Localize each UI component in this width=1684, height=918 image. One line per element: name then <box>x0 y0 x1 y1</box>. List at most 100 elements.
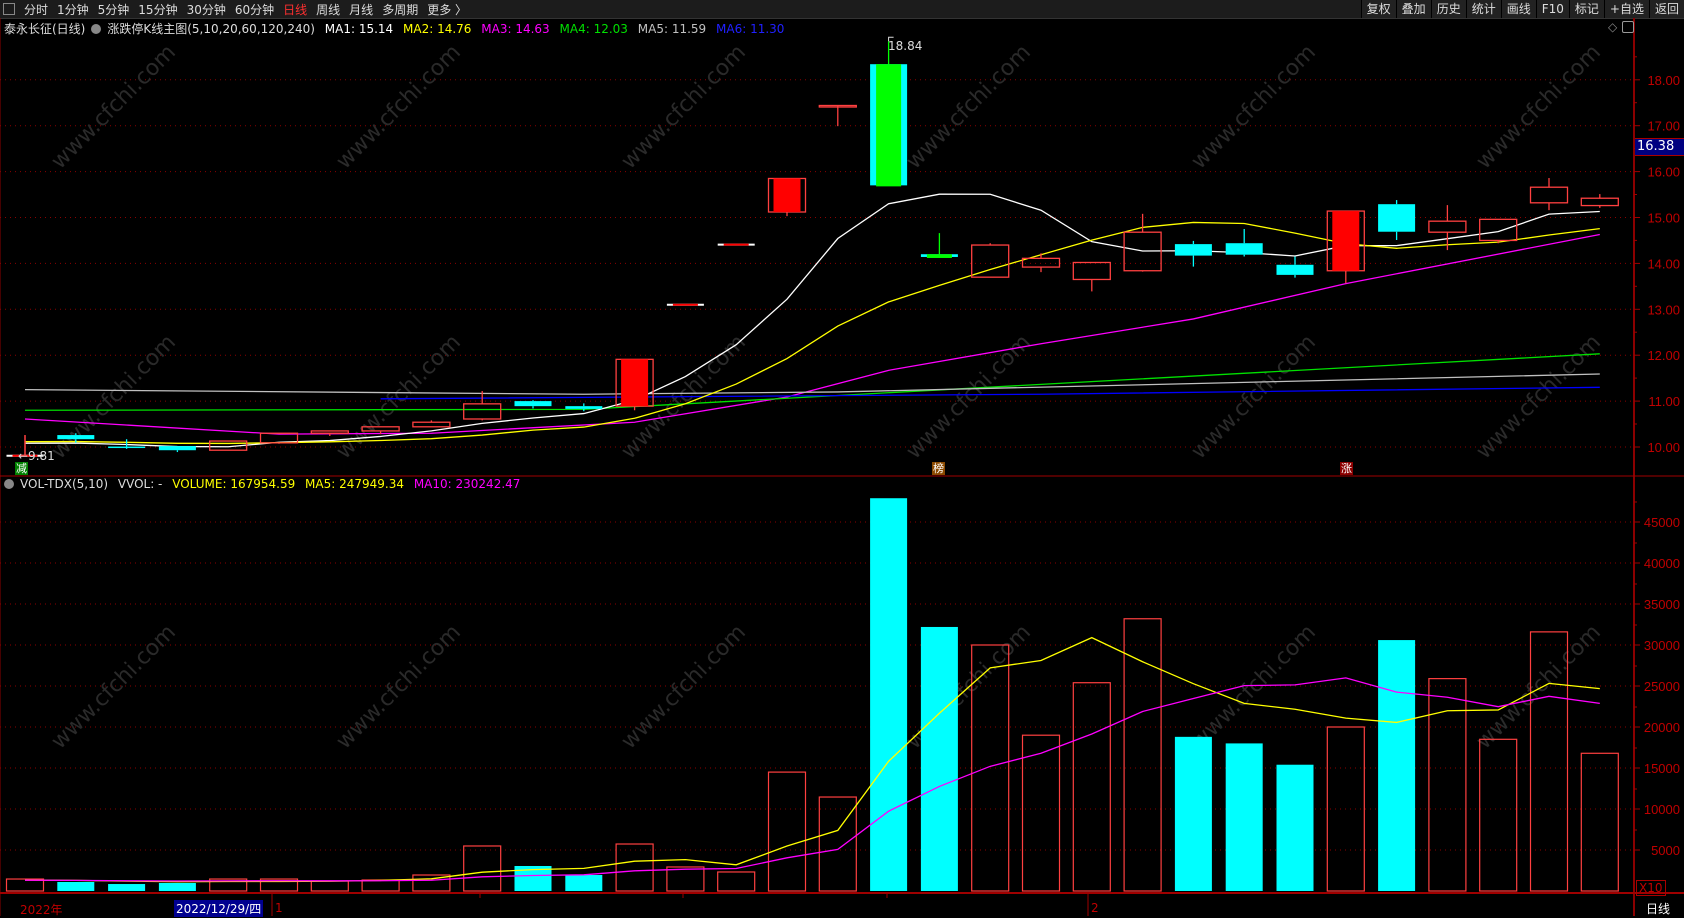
volume-unit-label: X10 <box>1636 880 1666 896</box>
low-price-label: ←9.81 <box>18 449 55 463</box>
month-label: 1 <box>275 901 283 915</box>
volume-bar <box>920 626 958 891</box>
panel-toggle-icon[interactable] <box>1622 21 1634 33</box>
watermark-text: www.cfchi.com <box>902 330 1036 464</box>
price-info-line: 泰永长征(日线) 涨跌停K线主图(5,10,20,60,120,240) MA1:… <box>4 20 790 37</box>
volume-tick-label: 40000 <box>1644 556 1680 571</box>
volume-bar <box>1580 752 1619 892</box>
volume-tick-label: 35000 <box>1644 597 1680 612</box>
candle-body <box>310 430 349 434</box>
volume-bar <box>615 843 654 892</box>
watermark-text: www.cfchi.com <box>332 330 466 464</box>
volume-tick-label: 20000 <box>1644 720 1680 735</box>
candle-body <box>971 244 1010 278</box>
kline-chart[interactable]: 10.00 11.00 12.00 13.00 14.00 15.00 16.00 17.00… <box>0 0 1684 916</box>
vol-indicator-name[interactable]: VOL-TDX(5,10) <box>20 477 108 491</box>
price-tick-label: 13.00 <box>1647 302 1680 317</box>
volume-bar <box>1276 764 1314 891</box>
diamond-icon[interactable]: ◇ <box>1608 20 1617 34</box>
volume-bar <box>1378 640 1416 891</box>
vvol-value: VVOL: - <box>117 477 163 491</box>
watermark-text: www.cfchi.com <box>902 40 1036 174</box>
candle-body <box>1529 186 1569 204</box>
watermark-text: www.cfchi.com <box>1472 330 1606 464</box>
marker-list: 榜 <box>932 462 945 475</box>
candle-body-fill <box>1332 211 1360 271</box>
volume-tick-label: 15000 <box>1644 761 1680 776</box>
price-tick-label: 10.00 <box>1647 440 1680 455</box>
volume-bar <box>1021 734 1061 892</box>
candle-body <box>1174 244 1212 256</box>
ma5-line <box>24 373 1600 395</box>
ma4-value: MA4: 12.03 <box>559 22 628 36</box>
volume-bar <box>818 796 857 892</box>
ma1-value: MA1: 15.14 <box>324 22 394 36</box>
price-tick-label: 12.00 <box>1647 348 1680 363</box>
watermark-text: www.cfchi.com <box>47 620 181 754</box>
candle-body <box>565 406 603 409</box>
period-tag: 日线 <box>1646 902 1671 916</box>
volume-bar <box>767 771 807 892</box>
candle-body <box>412 421 451 428</box>
candle-body <box>463 403 502 420</box>
watermark-text: www.cfchi.com <box>47 40 181 174</box>
price-tick-label: 11.00 <box>1648 394 1680 409</box>
price-tick-label: 15.00 <box>1647 211 1680 226</box>
candle-body <box>1021 257 1061 268</box>
candle-body <box>1479 218 1518 242</box>
volume-bar <box>310 880 349 892</box>
watermark-text: www.cfchi.com <box>1472 40 1606 174</box>
indicator-name[interactable]: 涨跌停K线主图(5,10,20,60,120,240) <box>107 22 315 36</box>
price-tick-label: 14.00 <box>1647 256 1680 271</box>
volume-value: VOLUME: 167954.59 <box>172 477 296 491</box>
watermark-text: www.cfchi.com <box>1187 620 1321 754</box>
price-tick-label: 17.00 <box>1647 119 1680 134</box>
ma2-value: MA2: 14.76 <box>403 22 472 36</box>
indicator-toggle-icon[interactable] <box>91 24 102 34</box>
month-label: 2 <box>1091 901 1099 915</box>
volume-bar <box>463 845 502 892</box>
volume-bar <box>108 884 146 891</box>
watermark-text: www.cfchi.com <box>617 40 751 174</box>
ma6-value: MA6: 11.30 <box>716 22 785 36</box>
volume-tick-label: 10000 <box>1644 802 1680 817</box>
year-label: 2022年 <box>20 903 63 917</box>
ma3-value: MA3: 14.63 <box>481 22 550 36</box>
candle-body <box>1072 261 1111 281</box>
price-tick-label: 18.00 <box>1647 73 1680 88</box>
volume-tick-label: 45000 <box>1644 515 1680 530</box>
stock-name: 泰永长征(日线) <box>4 22 86 36</box>
indicator-toggle-icon[interactable] <box>4 479 14 489</box>
volume-bar <box>57 881 95 891</box>
watermark-text: www.cfchi.com <box>617 620 751 754</box>
volume-bar <box>666 866 705 892</box>
volume-tick-label: 5000 <box>1651 843 1680 858</box>
candle-body <box>57 435 95 440</box>
volume-ma5-line <box>24 636 1600 883</box>
watermark-text: www.cfchi.com <box>1187 40 1321 174</box>
candle-body-core <box>926 254 952 258</box>
candle-body-fill <box>773 178 801 212</box>
vol-ma10-value: MA10: 230242.47 <box>413 477 521 491</box>
volume-tick-label: 25000 <box>1644 679 1680 694</box>
volume-bar <box>870 498 908 891</box>
candle-body <box>1428 220 1467 233</box>
watermark-text: www.cfchi.com <box>1187 330 1321 464</box>
volume-bar <box>1174 736 1212 891</box>
candle-body-core <box>876 64 902 187</box>
volume-bar <box>717 871 756 892</box>
cursor-date-label: 2022/12/29/四 <box>174 900 264 917</box>
vol-ma5-value: MA5: 247949.34 <box>305 477 404 491</box>
candle-body <box>1580 197 1619 207</box>
price-tick-label: 16.00 <box>1647 165 1680 180</box>
candle-body <box>1378 204 1416 232</box>
watermark-text: www.cfchi.com <box>332 620 466 754</box>
marker-reduce: 减 <box>15 462 28 475</box>
candle-body <box>158 446 196 451</box>
volume-bar <box>361 879 400 892</box>
ma1-line <box>24 193 1600 448</box>
candle-body <box>108 446 146 449</box>
watermark-text: www.cfchi.com <box>332 40 466 174</box>
volume-bar <box>565 875 603 891</box>
volume-bar <box>1072 682 1111 892</box>
